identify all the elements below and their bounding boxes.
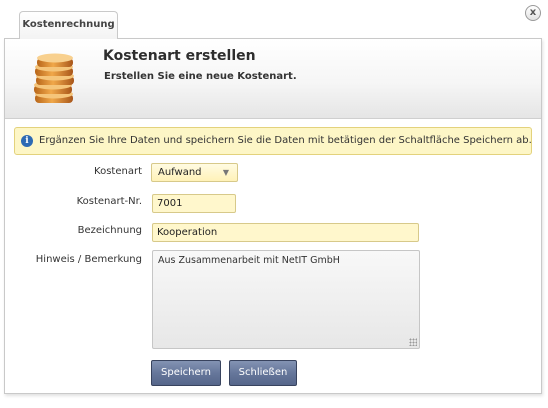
close-window-button[interactable]: x	[525, 5, 541, 21]
dialog-header: Kostenart erstellen Erstellen Sie eine n…	[5, 39, 541, 119]
hinweis-label: Hinweis / Bemerkung	[35, 254, 142, 265]
kostenart-select-value: Aufwand	[158, 167, 202, 178]
kostenart-nr-field[interactable]: 7001	[152, 194, 236, 213]
close-button[interactable]: Schließen	[229, 360, 297, 386]
dialog-panel: Kostenart erstellen Erstellen Sie eine n…	[4, 38, 542, 394]
hinweis-text: Aus Zusammenarbeit mit NetIT GmbH	[158, 255, 340, 266]
kostenart-label: Kostenart	[94, 166, 142, 177]
resize-handle-icon[interactable]	[409, 338, 417, 346]
chevron-down-icon: ▼	[222, 168, 229, 177]
page-subtitle: Erstellen Sie eine neue Kostenart.	[104, 71, 297, 82]
info-icon: i	[21, 135, 33, 147]
kostenart-select[interactable]: Aufwand ▼	[151, 163, 238, 182]
bezeichnung-label: Bezeichnung	[77, 225, 142, 236]
kostenart-nr-label: Kostenart-Nr.	[76, 196, 142, 207]
page-title: Kostenart erstellen	[103, 48, 256, 64]
hinweis-textarea[interactable]: Aus Zusammenarbeit mit NetIT GmbH	[152, 250, 420, 349]
save-button[interactable]: Speichern	[151, 360, 221, 386]
coins-icon	[34, 53, 74, 103]
tab-kostenrechnung[interactable]: Kostenrechnung	[19, 11, 118, 39]
info-message-text: Ergänzen Sie Ihre Daten und speichern Si…	[39, 135, 532, 146]
info-message: i Ergänzen Sie Ihre Daten und speichern …	[14, 127, 532, 155]
bezeichnung-field[interactable]: Kooperation	[152, 223, 419, 242]
